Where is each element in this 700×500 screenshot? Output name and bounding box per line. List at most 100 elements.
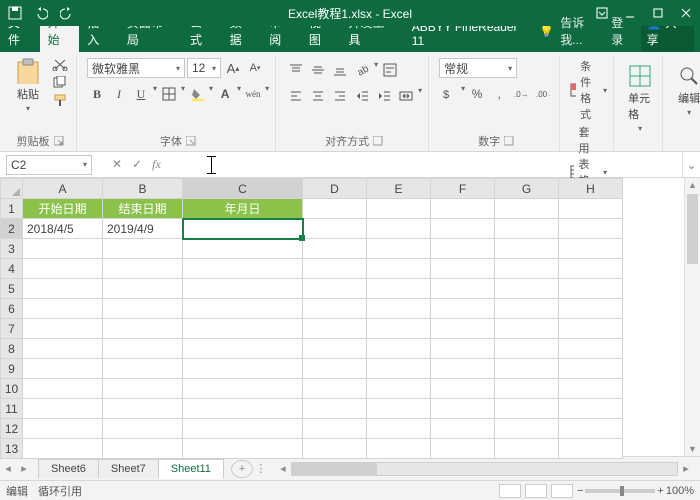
sheet-nav-prev-icon[interactable]: ◂ bbox=[0, 462, 16, 475]
cell-E9[interactable] bbox=[367, 359, 431, 379]
cell-F12[interactable] bbox=[431, 419, 495, 439]
chevron-down-icon[interactable]: ▾ bbox=[265, 84, 269, 104]
row-header[interactable]: 12 bbox=[1, 419, 23, 439]
wrap-text-icon[interactable] bbox=[380, 60, 400, 80]
fx-icon[interactable]: fx bbox=[152, 157, 161, 172]
scroll-left-icon[interactable]: ◂ bbox=[275, 462, 291, 475]
cell-E13[interactable] bbox=[367, 439, 431, 459]
cell-B7[interactable] bbox=[103, 319, 183, 339]
tab-split-handle[interactable]: ⋮ bbox=[253, 462, 269, 475]
cell-D3[interactable] bbox=[303, 239, 367, 259]
cell-E1[interactable] bbox=[367, 199, 431, 219]
cell-E6[interactable] bbox=[367, 299, 431, 319]
cell-B6[interactable] bbox=[103, 299, 183, 319]
cell-B3[interactable] bbox=[103, 239, 183, 259]
orientation-icon[interactable]: ab bbox=[352, 60, 372, 80]
cell-C4[interactable] bbox=[183, 259, 303, 279]
cell-grid[interactable]: ABCDEFGH 1开始日期结束日期年月日22018/4/52019/4/934… bbox=[0, 178, 623, 459]
cell-F11[interactable] bbox=[431, 399, 495, 419]
page-layout-view-icon[interactable] bbox=[525, 484, 547, 498]
scrollbar-thumb[interactable] bbox=[687, 194, 698, 264]
cell-G4[interactable] bbox=[495, 259, 559, 279]
cell-B5[interactable] bbox=[103, 279, 183, 299]
shrink-font-icon[interactable]: A▾ bbox=[245, 58, 265, 78]
cut-icon[interactable] bbox=[52, 58, 70, 72]
cell-A9[interactable] bbox=[23, 359, 103, 379]
maximize-icon[interactable] bbox=[644, 0, 672, 26]
column-header[interactable]: C bbox=[183, 179, 303, 199]
column-header[interactable]: A bbox=[23, 179, 103, 199]
cell-C3[interactable] bbox=[183, 239, 303, 259]
cell-E7[interactable] bbox=[367, 319, 431, 339]
row-header[interactable]: 6 bbox=[1, 299, 23, 319]
close-icon[interactable] bbox=[672, 0, 700, 26]
cell-C7[interactable] bbox=[183, 319, 303, 339]
scroll-up-icon[interactable]: ▲ bbox=[685, 180, 700, 190]
cell-F9[interactable] bbox=[431, 359, 495, 379]
formula-bar[interactable] bbox=[173, 155, 682, 175]
editing-button[interactable]: 编辑▾ bbox=[673, 58, 700, 117]
align-left-icon[interactable] bbox=[286, 86, 306, 106]
cell-B11[interactable] bbox=[103, 399, 183, 419]
accounting-format-icon[interactable]: $ bbox=[439, 84, 459, 104]
cell-D13[interactable] bbox=[303, 439, 367, 459]
cell-H2[interactable] bbox=[559, 219, 623, 239]
save-icon[interactable] bbox=[6, 4, 24, 22]
conditional-formatting-button[interactable]: 条件格式▾ bbox=[570, 58, 607, 122]
cell-F2[interactable] bbox=[431, 219, 495, 239]
scroll-down-icon[interactable]: ▼ bbox=[685, 444, 700, 454]
row-header[interactable]: 3 bbox=[1, 239, 23, 259]
expand-formula-bar-icon[interactable]: ⌄ bbox=[682, 152, 700, 178]
merge-center-icon[interactable] bbox=[396, 86, 416, 106]
cell-C1[interactable]: 年月日 bbox=[183, 199, 303, 219]
cell-B12[interactable] bbox=[103, 419, 183, 439]
paste-button[interactable]: 粘贴 ▾ bbox=[10, 58, 46, 113]
cell-C5[interactable] bbox=[183, 279, 303, 299]
cell-B1[interactable]: 结束日期 bbox=[103, 199, 183, 219]
cell-H3[interactable] bbox=[559, 239, 623, 259]
cell-G3[interactable] bbox=[495, 239, 559, 259]
cell-D7[interactable] bbox=[303, 319, 367, 339]
phonetic-icon[interactable]: wén bbox=[243, 84, 263, 104]
cell-G13[interactable] bbox=[495, 439, 559, 459]
zoom-out-icon[interactable]: − bbox=[577, 485, 583, 497]
cell-D9[interactable] bbox=[303, 359, 367, 379]
chevron-down-icon[interactable]: ▾ bbox=[153, 84, 157, 104]
comma-format-icon[interactable]: , bbox=[489, 84, 509, 104]
chevron-down-icon[interactable]: ▾ bbox=[418, 86, 422, 106]
cell-A3[interactable] bbox=[23, 239, 103, 259]
number-format-select[interactable]: 常规▾ bbox=[439, 58, 517, 78]
redo-icon[interactable] bbox=[58, 4, 76, 22]
row-header[interactable]: 5 bbox=[1, 279, 23, 299]
column-header[interactable]: D bbox=[303, 179, 367, 199]
cell-F1[interactable] bbox=[431, 199, 495, 219]
cell-E11[interactable] bbox=[367, 399, 431, 419]
cell-A8[interactable] bbox=[23, 339, 103, 359]
cell-E10[interactable] bbox=[367, 379, 431, 399]
dialog-launcher-icon[interactable] bbox=[186, 136, 196, 146]
cell-D2[interactable] bbox=[303, 219, 367, 239]
cell-A13[interactable] bbox=[23, 439, 103, 459]
cell-H11[interactable] bbox=[559, 399, 623, 419]
cell-A7[interactable] bbox=[23, 319, 103, 339]
cell-D8[interactable] bbox=[303, 339, 367, 359]
column-header[interactable]: B bbox=[103, 179, 183, 199]
font-size-select[interactable]: 12▾ bbox=[187, 58, 221, 78]
cell-G7[interactable] bbox=[495, 319, 559, 339]
cell-C10[interactable] bbox=[183, 379, 303, 399]
cell-A5[interactable] bbox=[23, 279, 103, 299]
zoom-control[interactable]: − + 100% bbox=[577, 485, 694, 497]
chevron-down-icon[interactable]: ▾ bbox=[209, 84, 213, 104]
cell-D6[interactable] bbox=[303, 299, 367, 319]
chevron-down-icon[interactable]: ▾ bbox=[181, 84, 185, 104]
cell-E4[interactable] bbox=[367, 259, 431, 279]
sheet-tab-11[interactable]: Sheet11 bbox=[158, 459, 224, 479]
row-header[interactable]: 1 bbox=[1, 199, 23, 219]
row-header[interactable]: 9 bbox=[1, 359, 23, 379]
cell-A1[interactable]: 开始日期 bbox=[23, 199, 103, 219]
format-painter-icon[interactable] bbox=[52, 94, 70, 108]
chevron-down-icon[interactable]: ▾ bbox=[461, 84, 465, 104]
cell-D11[interactable] bbox=[303, 399, 367, 419]
cell-E5[interactable] bbox=[367, 279, 431, 299]
new-sheet-button[interactable]: + bbox=[231, 460, 253, 478]
